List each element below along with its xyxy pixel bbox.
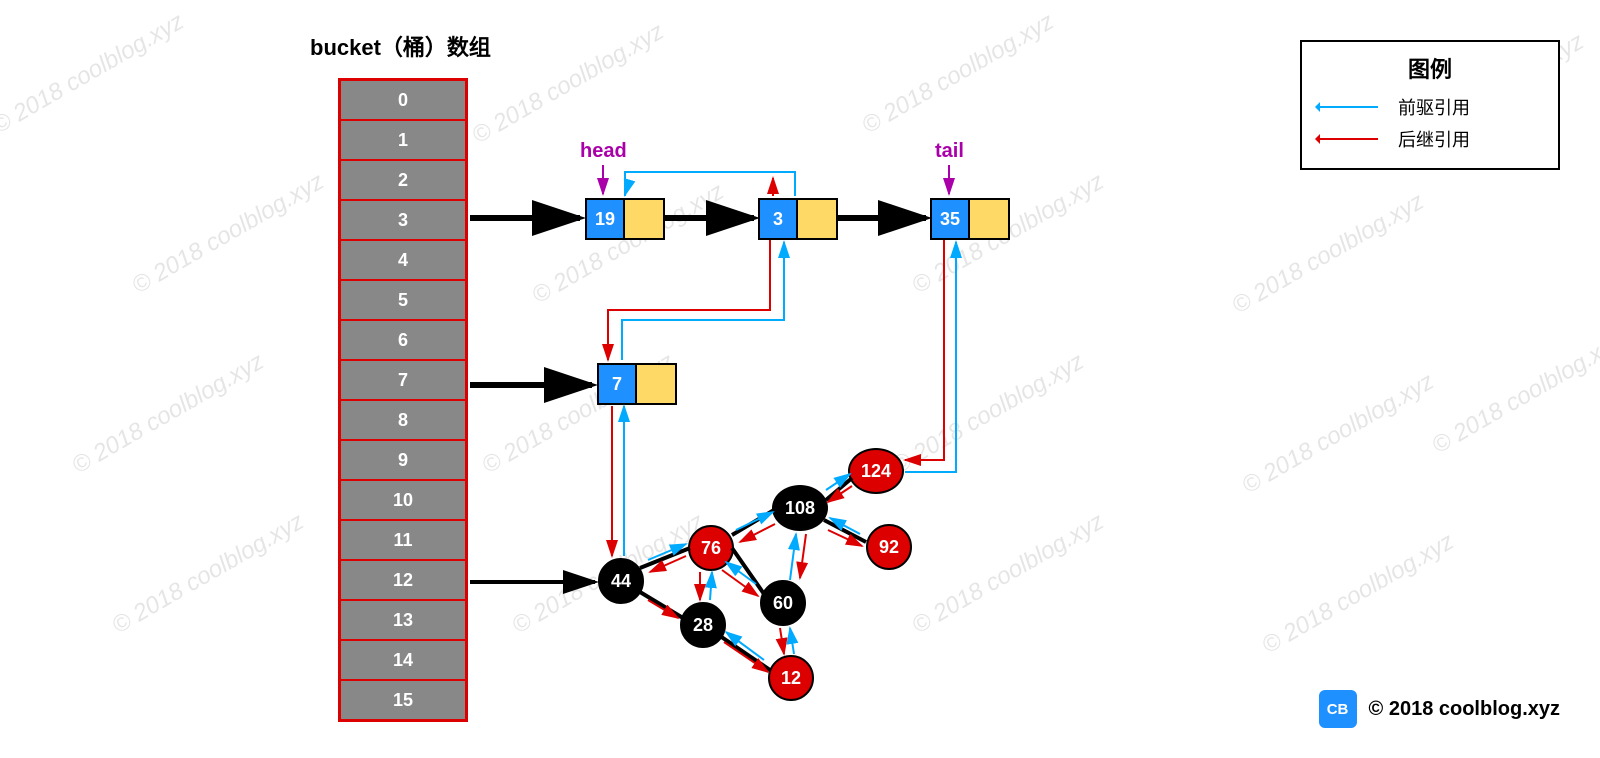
watermark: © 2018 coolblog.xyz [1428,328,1600,460]
watermark: © 2018 coolblog.xyz [858,8,1059,140]
watermark: © 2018 coolblog.xyz [468,18,669,150]
legend-row-prev: 前驱引用 [1318,94,1542,120]
legend-next-text: 后继引用 [1398,126,1470,152]
list-node-3: 3 [758,198,838,240]
bucket-array: 0 1 2 3 4 5 6 7 8 9 10 11 12 13 14 15 [338,78,468,722]
bucket-cell: 15 [340,680,466,720]
copyright-text: © 2018 coolblog.xyz [1369,698,1560,721]
head-label: head [580,140,627,163]
list-node-pad [625,200,663,238]
bucket-cell: 3 [340,200,466,240]
tree-node-12: 12 [768,655,814,701]
list-node-19: 19 [585,198,665,240]
bucket-cell: 13 [340,600,466,640]
list-node-35: 35 [930,198,1010,240]
watermark: © 2018 coolblog.xyz [1258,528,1459,660]
bucket-cell: 2 [340,160,466,200]
bucket-cell: 6 [340,320,466,360]
list-node-pad [798,200,836,238]
tree-node-76: 76 [688,525,734,571]
list-node-key: 35 [932,200,970,238]
list-node-pad [970,200,1008,238]
legend-prev-text: 前驱引用 [1398,94,1470,120]
bucket-cell: 4 [340,240,466,280]
tree-node-28: 28 [680,602,726,648]
legend-title: 图例 [1318,52,1542,84]
cb-badge: CB [1319,690,1357,728]
next-arrow-icon [1318,138,1378,140]
tree-node-60: 60 [760,580,806,626]
diagram-title: bucket（桶）数组 [310,30,491,62]
tree-node-124: 124 [848,448,904,494]
tree-node-44: 44 [598,558,644,604]
tail-label: tail [935,140,964,163]
legend: 图例 前驱引用 后继引用 [1300,40,1560,170]
prev-arrow-icon [1318,106,1378,108]
list-node-7: 7 [597,363,677,405]
list-node-key: 19 [587,200,625,238]
list-node-pad [637,365,675,403]
bucket-cell: 5 [340,280,466,320]
watermark: © 2018 coolblog.xyz [68,348,269,480]
bucket-cell: 10 [340,480,466,520]
list-node-key: 7 [599,365,637,403]
tree-node-108: 108 [772,485,828,531]
watermark: © 2018 coolblog.xyz [108,508,309,640]
bucket-cell: 0 [340,80,466,120]
bucket-cell: 9 [340,440,466,480]
bucket-cell: 11 [340,520,466,560]
watermark: © 2018 coolblog.xyz [128,168,329,300]
bucket-cell: 8 [340,400,466,440]
bucket-cell: 7 [340,360,466,400]
watermark: © 2018 coolblog.xyz [1228,188,1429,320]
watermark: © 2018 coolblog.xyz [908,508,1109,640]
bucket-cell: 12 [340,560,466,600]
bucket-cell: 1 [340,120,466,160]
watermark: © 2018 coolblog.xyz [1238,368,1439,500]
watermark: © 2018 coolblog.xyz [888,348,1089,480]
tree-node-92: 92 [866,524,912,570]
copyright: CB © 2018 coolblog.xyz [1319,690,1560,728]
bucket-cell: 14 [340,640,466,680]
list-node-key: 3 [760,200,798,238]
watermark: © 2018 coolblog.xyz [0,8,189,140]
legend-row-next: 后继引用 [1318,126,1542,152]
